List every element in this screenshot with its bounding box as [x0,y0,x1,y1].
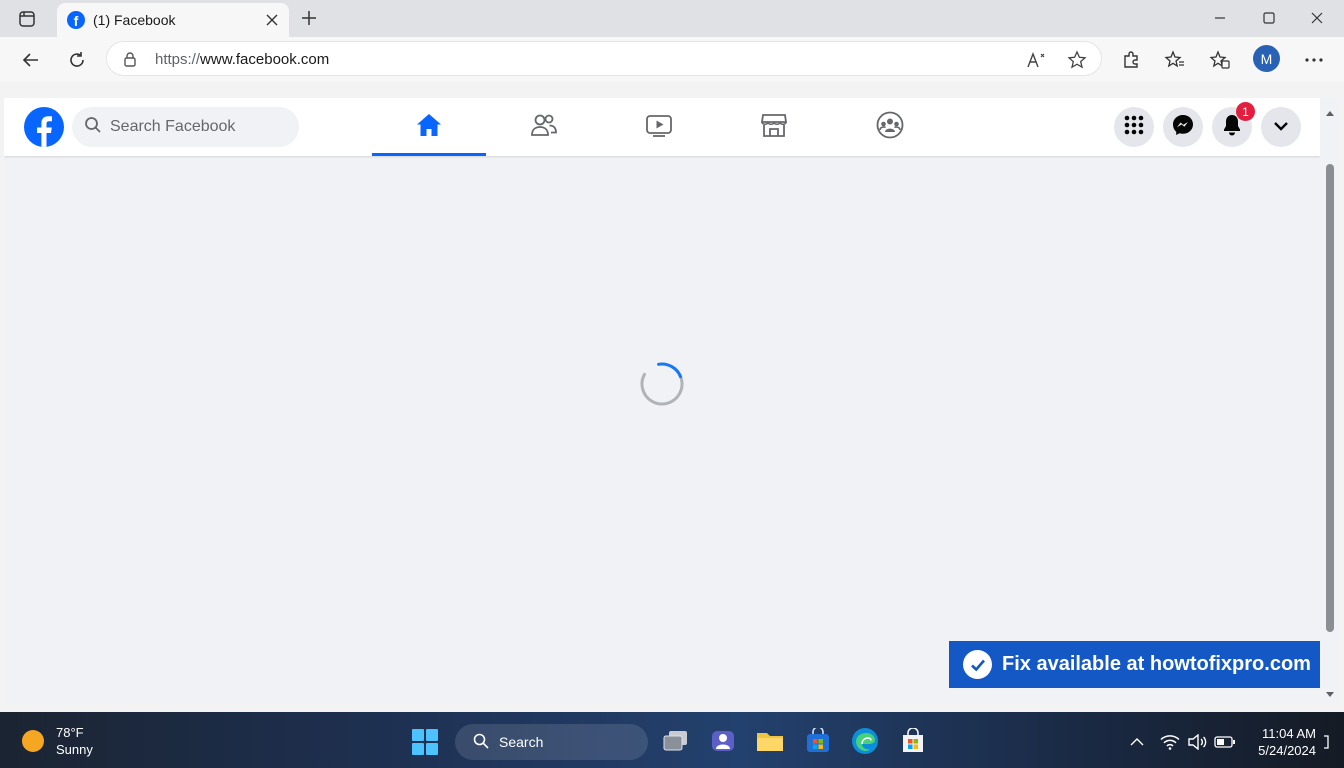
tab-strip: f (1) Facebook [0,0,1344,37]
windows-taskbar: 78°F Sunny Search 11:04 AM 5/24/2024 [0,712,1344,768]
search-icon [84,116,102,139]
facebook-search-input[interactable] [110,118,280,136]
facebook-top-nav: 1 [4,98,1320,156]
banner-text: Fix available at howtofixpro.com [1002,653,1311,675]
chevron-down-icon [1273,118,1289,136]
chevron-up-icon[interactable] [1126,732,1148,752]
profile-avatar[interactable]: M [1253,45,1280,72]
microsoft-store-icon[interactable] [804,727,832,755]
scroll-up-arrow-icon[interactable] [1325,104,1335,122]
facebook-search-box[interactable] [72,107,299,147]
weather-condition: Sunny [56,742,93,757]
url-host: www.facebook.com [200,51,330,68]
refresh-icon[interactable] [62,45,92,75]
battery-icon[interactable] [1214,732,1236,752]
taskbar-clock[interactable]: 11:04 AM 5/24/2024 [1246,725,1316,759]
search-icon [473,733,489,752]
messenger-icon [1172,114,1194,141]
windows-start-icon[interactable] [412,729,438,755]
more-icon[interactable] [1299,45,1329,75]
scrollbar-thumb[interactable] [1326,164,1334,632]
grid-menu-icon [1124,115,1144,140]
tab-actions-icon[interactable] [14,8,40,30]
minimize-icon[interactable] [1197,4,1243,32]
facebook-logo-icon[interactable] [24,107,64,147]
loading-spinner-icon [638,360,686,413]
lock-icon[interactable] [123,51,137,72]
page-scrollbar[interactable] [1320,98,1340,704]
page-viewport: 1 Fix available at howtofixpro.com [4,98,1320,704]
marketplace-icon [760,112,788,143]
back-icon[interactable] [16,45,46,75]
teams-icon[interactable] [709,727,737,755]
close-window-icon[interactable] [1294,4,1340,32]
browser-toolbar: https://www.facebook.com M [0,37,1344,82]
notification-badge[interactable]: 1 [1236,102,1255,121]
collections-icon[interactable] [1205,45,1235,75]
home-icon [415,112,443,143]
favorite-star-icon[interactable] [1065,48,1089,72]
file-explorer-icon[interactable] [756,727,784,755]
messenger-button[interactable] [1163,107,1203,147]
fix-available-banner[interactable]: Fix available at howtofixpro.com [949,641,1320,688]
friends-icon [530,113,558,142]
menu-grid-button[interactable] [1114,107,1154,147]
taskbar-search-box[interactable]: Search [455,724,648,760]
browser-window: f (1) Facebook https://www.facebook.com … [0,0,1344,712]
tab-home[interactable] [372,98,486,156]
url-text[interactable]: https://www.facebook.com [155,51,329,68]
taskbar-search-label: Search [499,734,544,750]
edge-browser-icon[interactable] [851,727,879,755]
wifi-icon[interactable] [1159,732,1181,752]
weather-widget[interactable]: 78°F Sunny [22,724,93,758]
read-aloud-icon[interactable] [1025,48,1049,72]
address-bar[interactable]: https://www.facebook.com [106,41,1102,76]
extensions-icon[interactable] [1116,45,1146,75]
facebook-favicon-icon: f [67,11,85,29]
close-tab-icon[interactable] [261,9,283,31]
browser-tab[interactable]: f (1) Facebook [57,3,289,37]
tab-marketplace[interactable] [717,98,831,156]
url-scheme: https:// [155,51,201,68]
sun-icon [22,730,44,752]
volume-icon[interactable] [1186,732,1208,752]
video-icon [645,113,673,142]
store-bag-icon[interactable] [899,727,927,755]
check-icon [963,650,992,679]
tab-friends[interactable] [487,98,601,156]
scroll-down-arrow-icon[interactable] [1325,686,1335,704]
task-view-icon[interactable] [662,727,690,755]
favorites-icon[interactable] [1160,45,1190,75]
clock-time: 11:04 AM [1262,726,1316,741]
account-menu-button[interactable] [1261,107,1301,147]
groups-icon [876,111,904,144]
tab-groups[interactable] [833,98,947,156]
weather-temp: 78°F [56,725,84,740]
clock-date: 5/24/2024 [1258,743,1316,758]
tab-title: (1) Facebook [93,12,176,28]
notification-center-icon[interactable] [1316,732,1338,752]
maximize-icon[interactable] [1246,4,1292,32]
new-tab-plus-icon[interactable] [298,7,320,29]
tab-video[interactable] [602,98,716,156]
